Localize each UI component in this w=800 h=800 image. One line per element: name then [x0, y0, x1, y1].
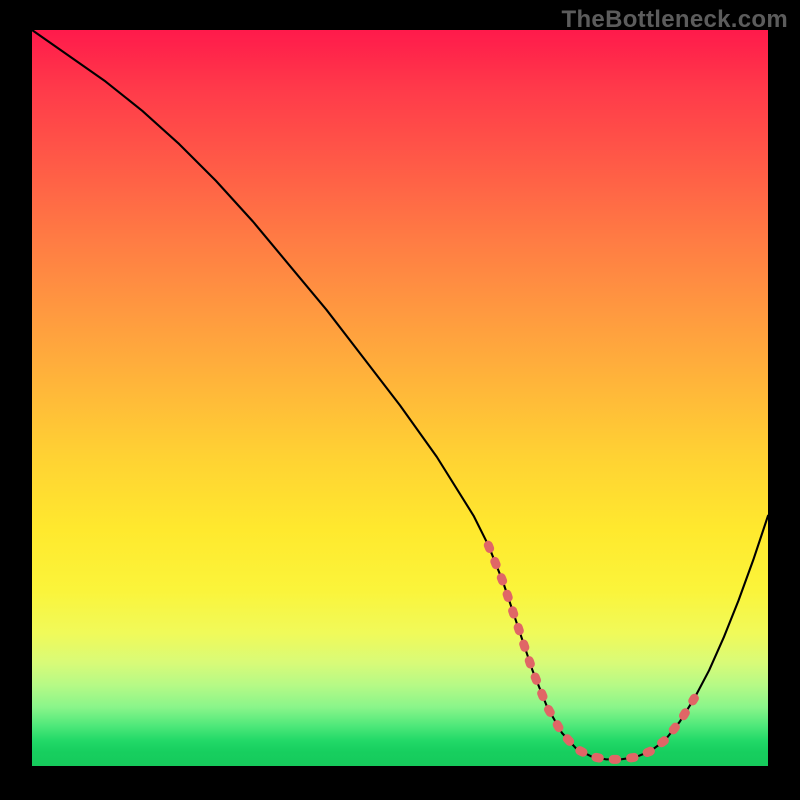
curve-svg — [32, 30, 768, 766]
chart-container: TheBottleneck.com — [0, 0, 800, 800]
highlight-curve — [488, 545, 694, 759]
main-curve — [32, 30, 768, 759]
watermark-label: TheBottleneck.com — [562, 6, 788, 34]
plot-area — [32, 30, 768, 766]
